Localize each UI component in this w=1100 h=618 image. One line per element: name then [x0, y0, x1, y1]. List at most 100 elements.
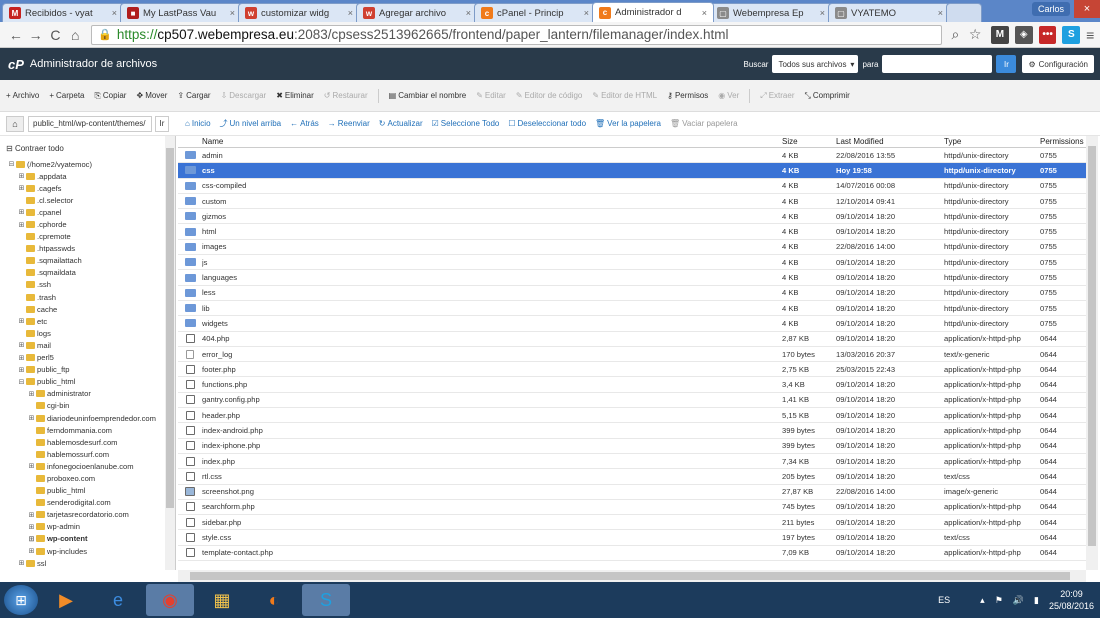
close-icon[interactable]: × [466, 8, 471, 18]
internet-explorer-app[interactable]: e [94, 584, 142, 616]
file-row[interactable]: css 4 KB Hoy 19:58 httpd/unix-directory 0755 [178, 163, 1086, 179]
tree-folder-item[interactable]: ⊞ ssl [0, 557, 164, 569]
tree-folder-item[interactable]: ⊞ public_ftp [0, 364, 164, 376]
close-icon[interactable]: × [230, 8, 235, 18]
file-explorer-app[interactable]: ▦ [198, 584, 246, 616]
tree-folder-item[interactable]: .trash [0, 291, 164, 303]
reload-icon[interactable]: C [46, 27, 66, 43]
file-row[interactable]: less 4 KB 09/10/2014 18:20 httpd/unix-direc… [178, 286, 1086, 301]
home-icon[interactable]: ⌂ [65, 27, 85, 43]
file-row[interactable]: index-iphone.php 399 bytes 09/10/2014 18:2… [178, 439, 1086, 454]
file-row[interactable]: error_log 170 bytes 13/03/2016 20:37 text/x… [178, 347, 1086, 363]
tree-folder-item[interactable]: ⊟ public_html [0, 376, 164, 388]
rename-button[interactable]: ▤ Cambiar el nombre [389, 91, 467, 100]
expand-toggle-icon[interactable]: ⊟ [18, 378, 25, 386]
close-icon[interactable]: × [702, 8, 707, 18]
col-permissions-header[interactable]: Permissions [1040, 137, 1086, 146]
file-row[interactable]: languages 4 KB 09/10/2014 18:20 httpd/unix-… [178, 270, 1086, 286]
file-row[interactable]: header.php 5,15 KB 09/10/2014 18:20 applica… [178, 408, 1086, 424]
new-tab-button[interactable] [946, 3, 982, 22]
tree-folder-item[interactable]: logs [0, 327, 164, 339]
expand-toggle-icon[interactable]: ⊞ [28, 511, 35, 519]
file-row[interactable]: js 4 KB 09/10/2014 18:20 httpd/unix-directo… [178, 255, 1086, 271]
settings-button[interactable]: ⚙ Configuración [1022, 55, 1094, 73]
file-row[interactable]: index-android.php 399 bytes 09/10/2014 18:… [178, 423, 1086, 439]
up-level-action[interactable]: ⤴ Un nivel arriba [220, 118, 282, 129]
skype-app[interactable]: S [302, 584, 350, 616]
tray-chevron-icon[interactable]: ▴ [980, 595, 985, 606]
expand-toggle-icon[interactable]: ⊞ [18, 559, 25, 567]
file-row[interactable]: html 4 KB 09/10/2014 18:20 httpd/unix-direc… [178, 224, 1086, 240]
path-go-button[interactable]: Ir [155, 115, 169, 132]
file-row[interactable]: functions.php 3,4 KB 09/10/2014 18:20 appli… [178, 377, 1086, 393]
tree-folder-item[interactable]: ⊞ infonegocioenlanube.com [0, 460, 164, 472]
tree-folder-item[interactable]: ⊞ perl5 [0, 352, 164, 364]
browser-tab[interactable]: w customizar widg × [238, 3, 360, 22]
expand-toggle-icon[interactable]: ⊞ [18, 172, 25, 180]
copy-button[interactable]: ⎘ Copiar [95, 91, 127, 101]
file-row[interactable]: style.css 197 bytes 09/10/2014 18:20 text/c… [178, 530, 1086, 546]
tree-folder-item[interactable]: ⊞ .appdata [0, 170, 164, 182]
expand-toggle-icon[interactable]: ⊞ [18, 184, 25, 192]
tree-folder-item[interactable]: ⊞ wp-admin [0, 521, 164, 533]
search-go-button[interactable]: Ir [996, 55, 1017, 73]
refresh-action[interactable]: ↻ Actualizar [379, 119, 423, 128]
home-path-button[interactable]: ⌂ [6, 115, 24, 132]
tree-folder-item[interactable]: proboxeo.com [0, 472, 164, 484]
browser-tab[interactable]: M Recibidos - vyat × [2, 3, 124, 22]
close-icon[interactable]: × [938, 8, 943, 18]
expand-toggle-icon[interactable]: ⊞ [18, 208, 25, 216]
search-input[interactable] [882, 55, 993, 73]
new-file-button[interactable]: + Archivo [6, 91, 39, 100]
expand-toggle-icon[interactable]: ⊞ [28, 390, 35, 398]
tree-scrollbar[interactable] [165, 136, 175, 570]
compress-button[interactable]: ⤡ Comprimir [805, 91, 850, 101]
file-row[interactable]: footer.php 2,75 KB 25/03/2015 22:43 applica… [178, 362, 1086, 378]
delete-button[interactable]: ✖ Eliminar [276, 91, 314, 100]
tree-folder-item[interactable]: .sqmailattach [0, 255, 164, 267]
expand-toggle-icon[interactable]: ⊞ [28, 462, 35, 470]
expand-toggle-icon[interactable]: ⊞ [18, 354, 25, 362]
file-row[interactable]: rtl.css 205 bytes 09/10/2014 18:20 text/css… [178, 469, 1086, 485]
bookmark-star-icon[interactable]: ☆ [965, 26, 985, 43]
file-row[interactable]: images 4 KB 22/08/2016 14:00 httpd/unix-dir… [178, 240, 1086, 256]
file-row[interactable]: screenshot.png 27,87 KB 22/08/2016 14:00 im… [178, 485, 1086, 500]
back-action[interactable]: ← Atrás [290, 119, 319, 128]
expand-toggle-icon[interactable]: ⊟ [8, 160, 15, 168]
close-icon[interactable]: × [584, 8, 589, 18]
language-indicator[interactable]: ES [938, 595, 950, 605]
close-icon[interactable]: × [820, 8, 825, 18]
tree-folder-item[interactable]: ⊞ .cpanel [0, 206, 164, 218]
volume-icon[interactable]: 🔊 [1013, 595, 1024, 606]
tree-folder-item[interactable]: ⊞ .cphorde [0, 218, 164, 230]
col-type-header[interactable]: Type [944, 137, 1040, 146]
clock[interactable]: 20:09 25/08/2016 [1049, 588, 1094, 612]
file-list-hscrollbar[interactable] [178, 570, 1086, 582]
select-all-action[interactable]: ☑ Seleccione Todo [432, 119, 500, 128]
tree-folder-item[interactable]: ⊞ wp-content [0, 533, 164, 545]
file-list-scrollbar[interactable] [1086, 136, 1098, 570]
tree-folder-item[interactable]: ⊞ diariodeuninfoemprendedor.com [0, 412, 164, 424]
file-row[interactable]: index.php 7,34 KB 09/10/2014 18:20 applicat… [178, 454, 1086, 470]
expand-toggle-icon[interactable]: ⊞ [18, 341, 25, 349]
new-folder-button[interactable]: + Carpeta [49, 91, 84, 100]
url-input[interactable]: 🔒 https://cp507.webempresa.eu:2083/cpses… [91, 24, 942, 45]
expand-toggle-icon[interactable]: ⊞ [28, 535, 35, 543]
tree-folder-item[interactable]: ⊟ (/home2/vyatemoc) [0, 158, 164, 170]
network-icon[interactable]: ▮ [1034, 595, 1039, 606]
menu-icon[interactable]: ≡ [1080, 27, 1100, 43]
browser-tab[interactable]: w Agregar archivo × [356, 3, 478, 22]
file-row[interactable]: widgets 4 KB 09/10/2014 18:20 httpd/unix-di… [178, 316, 1086, 332]
col-size-header[interactable]: Size [782, 137, 836, 146]
file-row[interactable]: searchform.php 745 bytes 09/10/2014 18:20 a… [178, 500, 1086, 516]
tree-folder-item[interactable]: .sqmaildata [0, 267, 164, 279]
expand-toggle-icon[interactable]: ⊞ [28, 414, 35, 422]
col-name-header[interactable]: Name [202, 137, 782, 146]
tree-folder-item[interactable]: hablemossurf.com [0, 448, 164, 460]
tree-folder-item[interactable]: ferndommania.com [0, 424, 164, 436]
path-input[interactable]: public_html/wp-content/themes/ [28, 115, 152, 132]
browser-tab[interactable]: ■ My LastPass Vau × [120, 3, 242, 22]
expand-toggle-icon[interactable]: ⊞ [18, 366, 25, 374]
file-row[interactable]: gantry.config.php 1,41 KB 09/10/2014 18:20… [178, 393, 1086, 409]
expand-toggle-icon[interactable]: ⊞ [28, 523, 35, 531]
